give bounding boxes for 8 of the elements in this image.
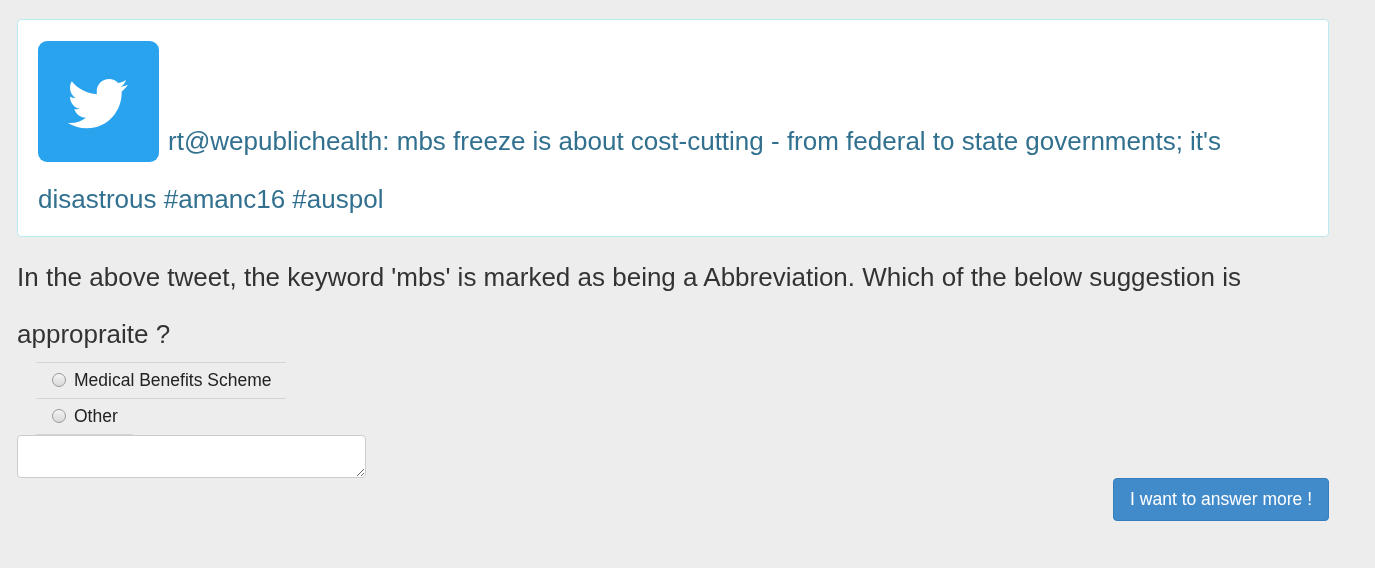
bird-logo-icon xyxy=(38,41,159,162)
answer-more-button[interactable]: I want to answer more ! xyxy=(1113,478,1329,521)
answer-option[interactable]: Medical Benefits Scheme xyxy=(36,362,287,399)
answer-box[interactable] xyxy=(17,435,366,478)
radio-button[interactable] xyxy=(52,409,66,423)
radio-button[interactable] xyxy=(52,373,66,387)
tweet-text: rt@wepublichealth: mbs freeze is about cost-cutting - from federal to state governments; it's disastrous #amanc16 #auspol xyxy=(38,126,1222,214)
question-text: In the above tweet, the keyword 'mbs' is marked as being a Abbreviation. Which of the below suggestion is appropraite ? xyxy=(17,261,1242,351)
